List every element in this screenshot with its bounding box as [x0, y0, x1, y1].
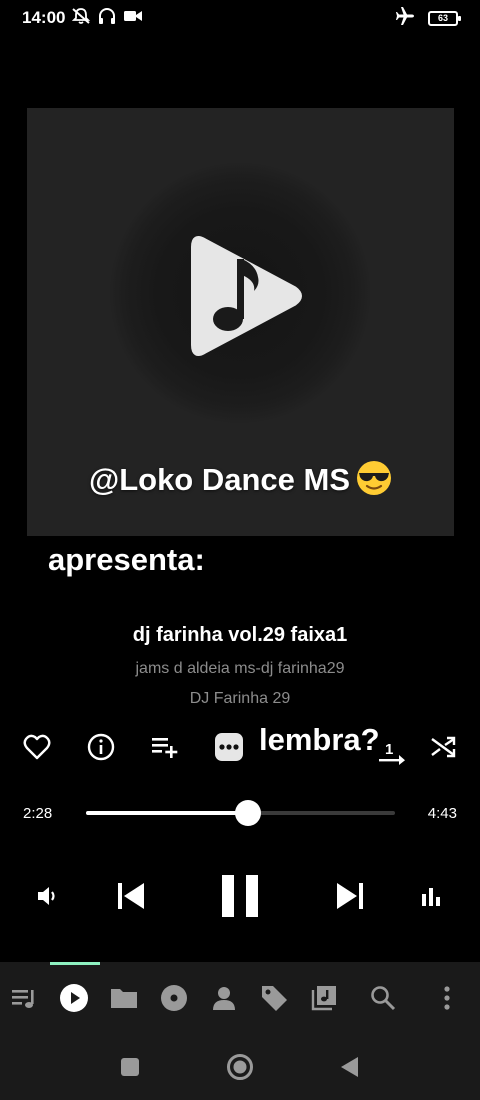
nav-item-genres[interactable] — [254, 980, 294, 1020]
nav-item-library[interactable] — [304, 980, 344, 1020]
play-music-note-icon — [190, 231, 310, 366]
add-to-playlist-button[interactable] — [147, 731, 183, 767]
battery-icon: 63 — [428, 10, 461, 26]
mute-vibrate-icon — [71, 7, 91, 30]
equalizer-button[interactable] — [413, 880, 449, 916]
volume-icon — [35, 884, 61, 913]
nav-item-search[interactable] — [363, 980, 403, 1020]
more-button[interactable] — [211, 731, 247, 767]
genres-icon — [259, 983, 289, 1018]
nav-item-folders[interactable] — [104, 980, 144, 1020]
favorite-button[interactable] — [19, 731, 55, 767]
back-button[interactable] — [331, 1051, 367, 1087]
home-button[interactable] — [222, 1051, 258, 1087]
albums-icon — [159, 983, 189, 1018]
status-right: 63 — [394, 6, 461, 31]
menu-icon — [443, 985, 451, 1016]
artwork-caption-text: @Loko Dance MS — [88, 462, 351, 497]
nav-item-queue[interactable] — [4, 980, 44, 1020]
track-title: dj farinha vol.29 faixa1 — [132, 624, 348, 646]
overlay-text-apresenta: apresenta: — [48, 542, 205, 577]
info-button[interactable] — [83, 731, 119, 767]
bottom-nav — [0, 962, 480, 1038]
total-time: 4:43 — [427, 805, 457, 822]
home-icon — [226, 1053, 254, 1086]
seek-bar[interactable] — [86, 800, 395, 826]
more-icon — [214, 732, 244, 767]
track-artist[interactable]: jams d aldeia ms-dj farinha29 — [0, 660, 480, 678]
next-icon — [334, 880, 366, 917]
sunglasses-face-icon — [356, 460, 392, 496]
add-to-playlist-icon — [150, 735, 180, 764]
track-album[interactable]: DJ Farinha 29 — [0, 690, 480, 708]
pause-button[interactable] — [212, 868, 268, 928]
current-time: 2:28 — [23, 805, 53, 822]
video-camera-icon — [123, 8, 143, 29]
previous-icon — [115, 880, 147, 917]
repeat-one-icon: 1 — [377, 739, 407, 772]
artwork-caption: @Loko Dance MS — [27, 460, 454, 498]
nav-item-albums[interactable] — [154, 980, 194, 1020]
artists-icon — [211, 985, 237, 1016]
status-bar: 14:00 63 — [0, 0, 480, 36]
overlay-text-lembra: lembra? — [259, 722, 380, 757]
recents-button[interactable] — [112, 1051, 148, 1087]
equalizer-icon — [420, 886, 442, 911]
nav-item-artists[interactable] — [204, 980, 244, 1020]
battery-level: 63 — [437, 13, 448, 23]
folders-icon — [109, 985, 139, 1016]
library-icon — [310, 984, 338, 1017]
nav-active-indicator — [50, 962, 100, 965]
volume-button[interactable] — [30, 880, 66, 916]
svg-text:1: 1 — [385, 741, 393, 758]
info-icon — [87, 733, 115, 766]
back-icon — [339, 1056, 359, 1083]
search-icon — [370, 985, 396, 1016]
previous-button[interactable] — [108, 875, 154, 921]
recents-icon — [120, 1057, 140, 1082]
status-time: 14:00 — [22, 8, 66, 27]
shuffle-icon — [429, 734, 457, 765]
nav-item-now-playing[interactable] — [54, 980, 94, 1020]
seek-bar-fill — [86, 811, 248, 815]
seek-bar-thumb[interactable] — [234, 800, 261, 826]
status-left: 14:00 — [22, 7, 143, 30]
system-navigation-bar — [0, 1038, 480, 1100]
now-playing-icon — [59, 983, 89, 1018]
headphones-icon — [97, 7, 117, 30]
album-artwork[interactable]: @Loko Dance MS — [27, 108, 454, 536]
airplane-mode-icon — [394, 6, 416, 31]
pause-icon — [218, 873, 262, 924]
shuffle-button[interactable] — [425, 731, 461, 767]
queue-icon — [10, 986, 38, 1015]
nav-item-menu[interactable] — [427, 980, 467, 1020]
favorite-icon — [23, 734, 51, 765]
next-button[interactable] — [327, 875, 373, 921]
